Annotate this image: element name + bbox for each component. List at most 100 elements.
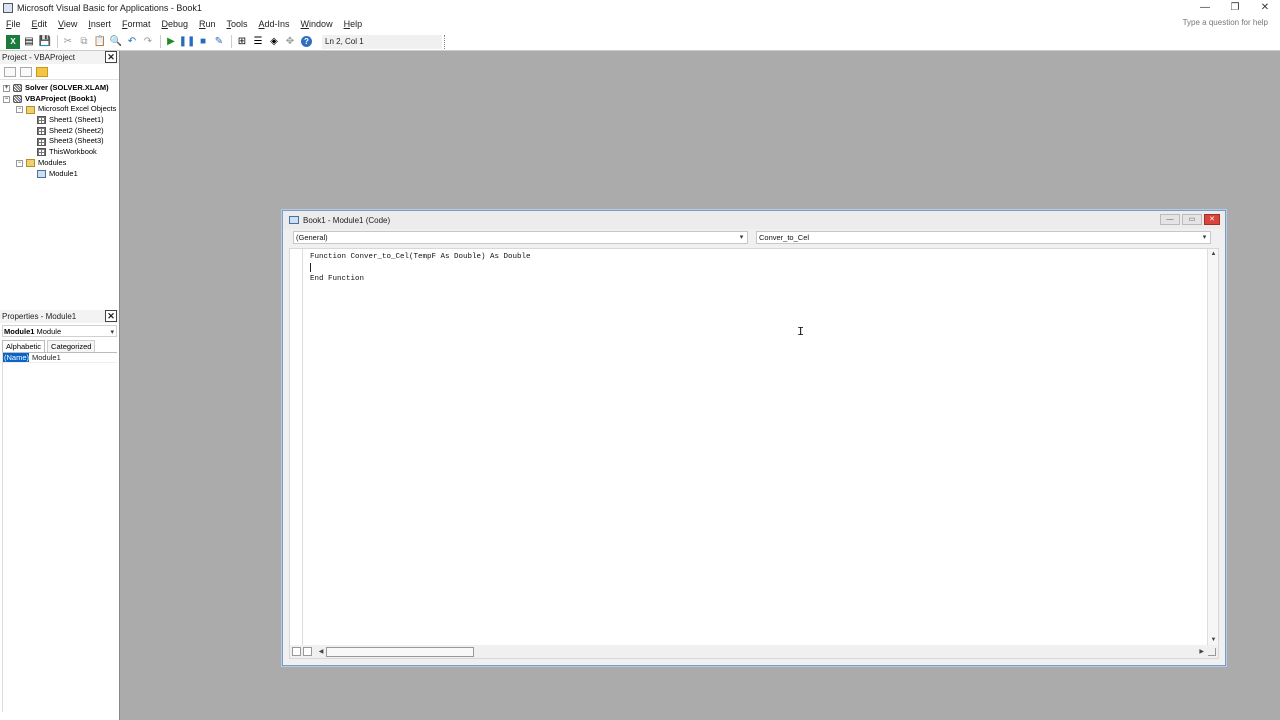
module-icon [37,169,46,178]
resize-grip-icon[interactable] [1208,647,1216,656]
restore-button[interactable]: ❐ [1220,0,1250,15]
code-lines[interactable]: Function Conver_to_Cel(TempF As Double) … [310,252,531,285]
collapse-icon[interactable]: − [3,95,10,103]
property-row-name[interactable]: (Name) Module1 [3,353,117,363]
menu-tools[interactable]: Tools [221,19,253,29]
run-icon[interactable]: ▶ [164,35,178,49]
tree-node-vbaproject[interactable]: − VBAProject (Book1) [0,94,119,105]
tree-node-label: Sheet3 (Sheet3) [49,136,104,146]
tab-categorized[interactable]: Categorized [47,340,96,352]
scroll-thumb[interactable] [326,646,474,657]
cursor-position-status: Ln 2, Col 1 [322,34,442,49]
break-icon[interactable]: ❚❚ [179,35,196,49]
chevron-down-icon: ▾ [110,329,114,336]
tree-node-sheet3[interactable]: Sheet3 (Sheet3) [0,136,119,147]
code-maximize-button[interactable]: ▭ [1182,214,1202,225]
menu-debug[interactable]: Debug [155,19,193,29]
workbook-icon [37,148,46,157]
find-icon[interactable]: 🔍 [109,35,123,49]
standard-toolbar: X ▤ 💾 ✂ ⧉ 📋 🔍 ↶ ↷ ▶ ❚❚ ■ ✎ ⊞ ☰ ◈ ✥ ? Ln … [0,33,1280,51]
menu-add-ins[interactable]: Add-Ins [253,19,295,29]
tree-node-label: Microsoft Excel Objects [38,104,117,114]
save-icon[interactable]: 💾 [38,35,52,49]
paste-icon[interactable]: 📋 [93,35,107,49]
view-object-icon[interactable] [20,66,32,77]
toggle-folders-icon[interactable] [36,66,48,77]
left-dock: Project - VBAProject ✕ + Solver (SOLVER.… [0,51,120,720]
window-controls: — ❐ ✕ [1190,0,1280,15]
properties-object-select[interactable]: Module1 Module ▾ [2,325,117,337]
menu-file[interactable]: File [0,19,26,29]
code-editor[interactable]: Function Conver_to_Cel(TempF As Double) … [289,248,1219,659]
scroll-left-icon[interactable]: ◀ [316,648,326,655]
full-module-view-icon[interactable] [303,647,312,656]
horizontal-scrollbar[interactable]: ◀ ▶ [290,645,1218,658]
design-mode-icon[interactable]: ✎ [212,35,226,49]
toolbar-grip[interactable] [444,34,450,49]
object-browser-icon[interactable]: ◈ [267,35,281,49]
tree-node-label: Sheet1 (Sheet1) [49,115,104,125]
tree-node-thisworkbook[interactable]: ThisWorkbook [0,147,119,158]
code-minimize-button[interactable]: — [1160,214,1180,225]
menu-run[interactable]: Run [193,19,221,29]
insert-module-icon[interactable]: ▤ [22,35,36,49]
code-line-2[interactable] [310,262,531,274]
procedure-combo[interactable]: Conver_to_Cel ▾ [756,231,1211,244]
menu-edit[interactable]: Edit [26,19,53,29]
close-button[interactable]: ✕ [1250,0,1280,15]
chevron-down-icon[interactable]: ▾ [736,232,747,243]
procedure-combo-value: Conver_to_Cel [759,233,810,242]
tab-alphabetic[interactable]: Alphabetic [2,340,46,352]
menu-help[interactable]: Help [338,19,368,29]
code-margin[interactable] [290,249,303,658]
tree-node-module1[interactable]: Module1 [0,169,119,180]
menu-window[interactable]: Window [295,19,338,29]
code-window-titlebar[interactable]: Book1 - Module1 (Code) — ▭ ✕ [283,211,1225,229]
object-combo[interactable]: (General) ▾ [293,231,748,244]
collapse-icon[interactable]: − [16,159,23,167]
code-combos: (General) ▾ Conver_to_Cel ▾ [283,229,1225,245]
minimize-button[interactable]: — [1190,0,1220,15]
tree-node-solver[interactable]: + Solver (SOLVER.XLAM) [0,83,119,94]
sheet-icon [37,137,46,146]
scroll-up-icon[interactable]: ▲ [1208,249,1219,260]
tree-node-modules[interactable]: − Modules [0,158,119,169]
project-pane-close-icon[interactable]: ✕ [105,51,117,63]
property-value[interactable]: Module1 [29,353,61,362]
vba-app-icon [3,2,13,13]
menu-insert[interactable]: Insert [82,19,116,29]
code-close-button[interactable]: ✕ [1204,214,1220,225]
expand-icon[interactable]: + [3,84,10,92]
reset-icon[interactable]: ■ [196,35,210,49]
scroll-right-icon[interactable]: ▶ [1199,648,1204,655]
code-window: Book1 - Module1 (Code) — ▭ ✕ (General) ▾… [282,210,1226,666]
properties-pane-close-icon[interactable]: ✕ [105,310,117,322]
help-icon[interactable]: ? [301,36,312,47]
code-window-title: Book1 - Module1 (Code) [303,215,391,225]
help-search-input[interactable]: Type a question for help [1183,18,1268,27]
tree-node-excel-objects[interactable]: − Microsoft Excel Objects [0,104,119,115]
collapse-icon[interactable]: − [16,106,23,114]
view-excel-icon[interactable]: X [6,34,20,49]
vertical-scrollbar[interactable]: ▲ ▼ [1207,249,1218,646]
view-code-icon[interactable] [4,66,16,77]
cut-icon[interactable]: ✂ [61,35,75,49]
code-line-1[interactable]: Function Conver_to_Cel(TempF As Double) … [310,252,531,263]
procedure-view-icon[interactable] [292,647,301,656]
menu-format[interactable]: Format [116,19,156,29]
redo-icon[interactable]: ↷ [141,35,155,49]
menu-view[interactable]: View [52,19,82,29]
code-line-3[interactable]: End Function [310,274,531,285]
undo-icon[interactable]: ↶ [125,35,139,49]
tree-node-label: VBAProject (Book1) [25,93,97,103]
properties-grid: (Name) Module1 [2,352,117,712]
properties-window-icon[interactable]: ☰ [251,35,265,49]
tree-node-sheet1[interactable]: Sheet1 (Sheet1) [0,115,119,126]
tree-node-sheet2[interactable]: Sheet2 (Sheet2) [0,126,119,137]
toolbox-icon[interactable]: ✥ [283,35,297,49]
copy-icon[interactable]: ⧉ [77,35,91,49]
toolbar-separator [231,35,232,48]
project-explorer-icon[interactable]: ⊞ [235,35,249,49]
tree-node-label: Solver (SOLVER.XLAM) [25,83,109,92]
chevron-down-icon[interactable]: ▾ [1199,232,1210,243]
